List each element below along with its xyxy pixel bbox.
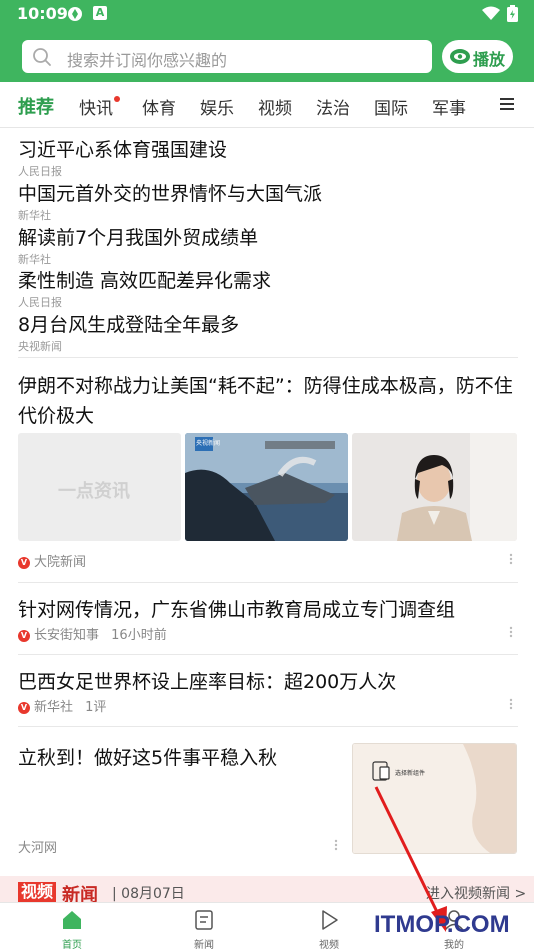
tab-military[interactable]: 军事 [432, 94, 466, 119]
headline-source: 新华社 [18, 253, 51, 266]
channel-tabs: 推荐 快讯 体育 娱乐 视频 法治 国际 军事 [0, 82, 534, 128]
headline-title: 解读前7个月我国外贸成绩单 [18, 227, 259, 249]
video-play-icon [322, 910, 338, 930]
article-thumbnail[interactable] [352, 433, 517, 541]
search-input[interactable]: 搜索并订阅你感兴趣的 [22, 40, 432, 73]
headline-title: 柔性制造 高效匹配差异化需求 [18, 270, 272, 292]
tab-entertainment[interactable]: 娱乐 [200, 94, 234, 119]
article-title[interactable]: 立秋到！做好这5件事平稳入秋 [18, 743, 277, 770]
divider [18, 654, 518, 655]
battery-icon [507, 5, 518, 22]
article-source: 新华社 [34, 700, 74, 715]
watermark: ITMOP.COM [374, 911, 510, 938]
menu-icon[interactable] [500, 97, 514, 111]
comment-count: 1评 [85, 700, 107, 715]
more-options-icon[interactable] [509, 698, 513, 710]
headline-source: 新华社 [18, 209, 51, 222]
tab-flash[interactable]: 快讯 [79, 94, 113, 119]
status-bar: 10:09 A [0, 0, 534, 28]
tab-recommend[interactable]: 推荐 [18, 93, 54, 119]
unread-dot [114, 96, 120, 102]
more-options-icon[interactable] [509, 553, 513, 565]
divider [18, 357, 518, 358]
anchor-portrait-image [352, 433, 517, 541]
tab-international[interactable]: 国际 [374, 94, 408, 119]
verified-icon: V [18, 630, 30, 642]
play-label: 播放 [473, 50, 506, 69]
headline-source: 人民日报 [18, 296, 62, 309]
thumbnail-caption: 选择新组件 [395, 770, 426, 777]
headline-source: 人民日报 [18, 165, 62, 178]
nav-video[interactable]: 视频 [289, 903, 369, 950]
nav-label: 首页 [62, 940, 82, 950]
verified-icon: V [18, 702, 30, 714]
thumbnail-badge: 央视新闻 [196, 440, 221, 447]
app-notification-icon [68, 7, 82, 21]
news-icon [195, 910, 213, 930]
video-news-banner[interactable]: 视频 新闻 | 08月07日 进入视频新闻 > [0, 876, 534, 904]
article-title[interactable]: 伊朗不对称战力让美国“耗不起”：防得住成本极高，防不住代价极大 [18, 371, 523, 431]
article-title[interactable]: 针对网传情况，广东省佛山市教育局成立专门调查组 [18, 595, 455, 622]
enter-video-news-link[interactable]: 进入视频新闻 > [426, 883, 526, 903]
article-meta: V 新华社 1评 [18, 696, 106, 715]
article-thumbnail[interactable]: 一点资讯 [18, 433, 181, 541]
tab-law[interactable]: 法治 [316, 94, 350, 119]
eye-play-icon [450, 49, 470, 64]
nav-label: 视频 [319, 940, 339, 950]
headline-item[interactable]: 8月台风生成登陆全年最多 央视新闻 [18, 310, 239, 354]
banner-badge: 视频 [18, 882, 57, 902]
article-meta: 大河网 [18, 837, 57, 856]
banner-date: | 08月07日 [112, 886, 185, 902]
headline-title: 8月台风生成登陆全年最多 [18, 314, 240, 336]
thumbnail-placeholder-text: 一点资讯 [58, 481, 130, 502]
tab-video[interactable]: 视频 [258, 94, 292, 119]
home-icon [63, 911, 81, 929]
headline-source: 央视新闻 [18, 340, 62, 353]
more-options-icon[interactable] [509, 626, 513, 638]
nav-home[interactable]: 首页 [32, 903, 112, 950]
divider [18, 582, 518, 583]
article-time: 16小时前 [111, 628, 167, 643]
banner-title: 新闻 [62, 885, 98, 904]
divider [18, 726, 518, 727]
headline-item[interactable]: 中国元首外交的世界情怀与大国气派 新华社 [18, 179, 322, 223]
a-notification-icon: A [93, 6, 107, 20]
app-header: 10:09 A 搜索并订阅你感兴趣的 播放 [0, 0, 534, 82]
article-meta: V 大院新闻 [18, 551, 86, 570]
article-thumbnail[interactable]: 选择新组件 [352, 743, 517, 854]
headline-title: 习近平心系体育强国建设 [18, 139, 228, 161]
play-button[interactable]: 播放 [442, 40, 513, 73]
more-options-icon[interactable] [334, 839, 338, 851]
headline-title: 中国元首外交的世界情怀与大国气派 [18, 183, 323, 205]
warship-image [185, 433, 348, 541]
tab-sports[interactable]: 体育 [142, 94, 176, 119]
article-source: 大河网 [18, 841, 58, 856]
autumn-paper-image [353, 744, 516, 853]
article-thumbnail[interactable] [185, 433, 348, 541]
headline-item[interactable]: 习近平心系体育强国建设 人民日报 [18, 135, 227, 179]
search-icon [33, 48, 51, 66]
wifi-icon [482, 6, 500, 20]
search-placeholder: 搜索并订阅你感兴趣的 [67, 51, 228, 70]
article-source: 大院新闻 [34, 555, 87, 570]
status-time: 10:09 [17, 4, 68, 23]
verified-icon: V [18, 557, 30, 569]
article-title[interactable]: 巴西女足世界杯设上座率目标：超200万人次 [18, 667, 396, 694]
headline-item[interactable]: 解读前7个月我国外贸成绩单 新华社 [18, 223, 258, 267]
article-source: 长安街知事 [34, 628, 100, 643]
nav-label: 新闻 [194, 940, 214, 950]
article-meta: V 长安街知事 16小时前 [18, 624, 167, 643]
headline-item[interactable]: 柔性制造 高效匹配差异化需求 人民日报 [18, 266, 271, 310]
nav-news[interactable]: 新闻 [164, 903, 244, 950]
